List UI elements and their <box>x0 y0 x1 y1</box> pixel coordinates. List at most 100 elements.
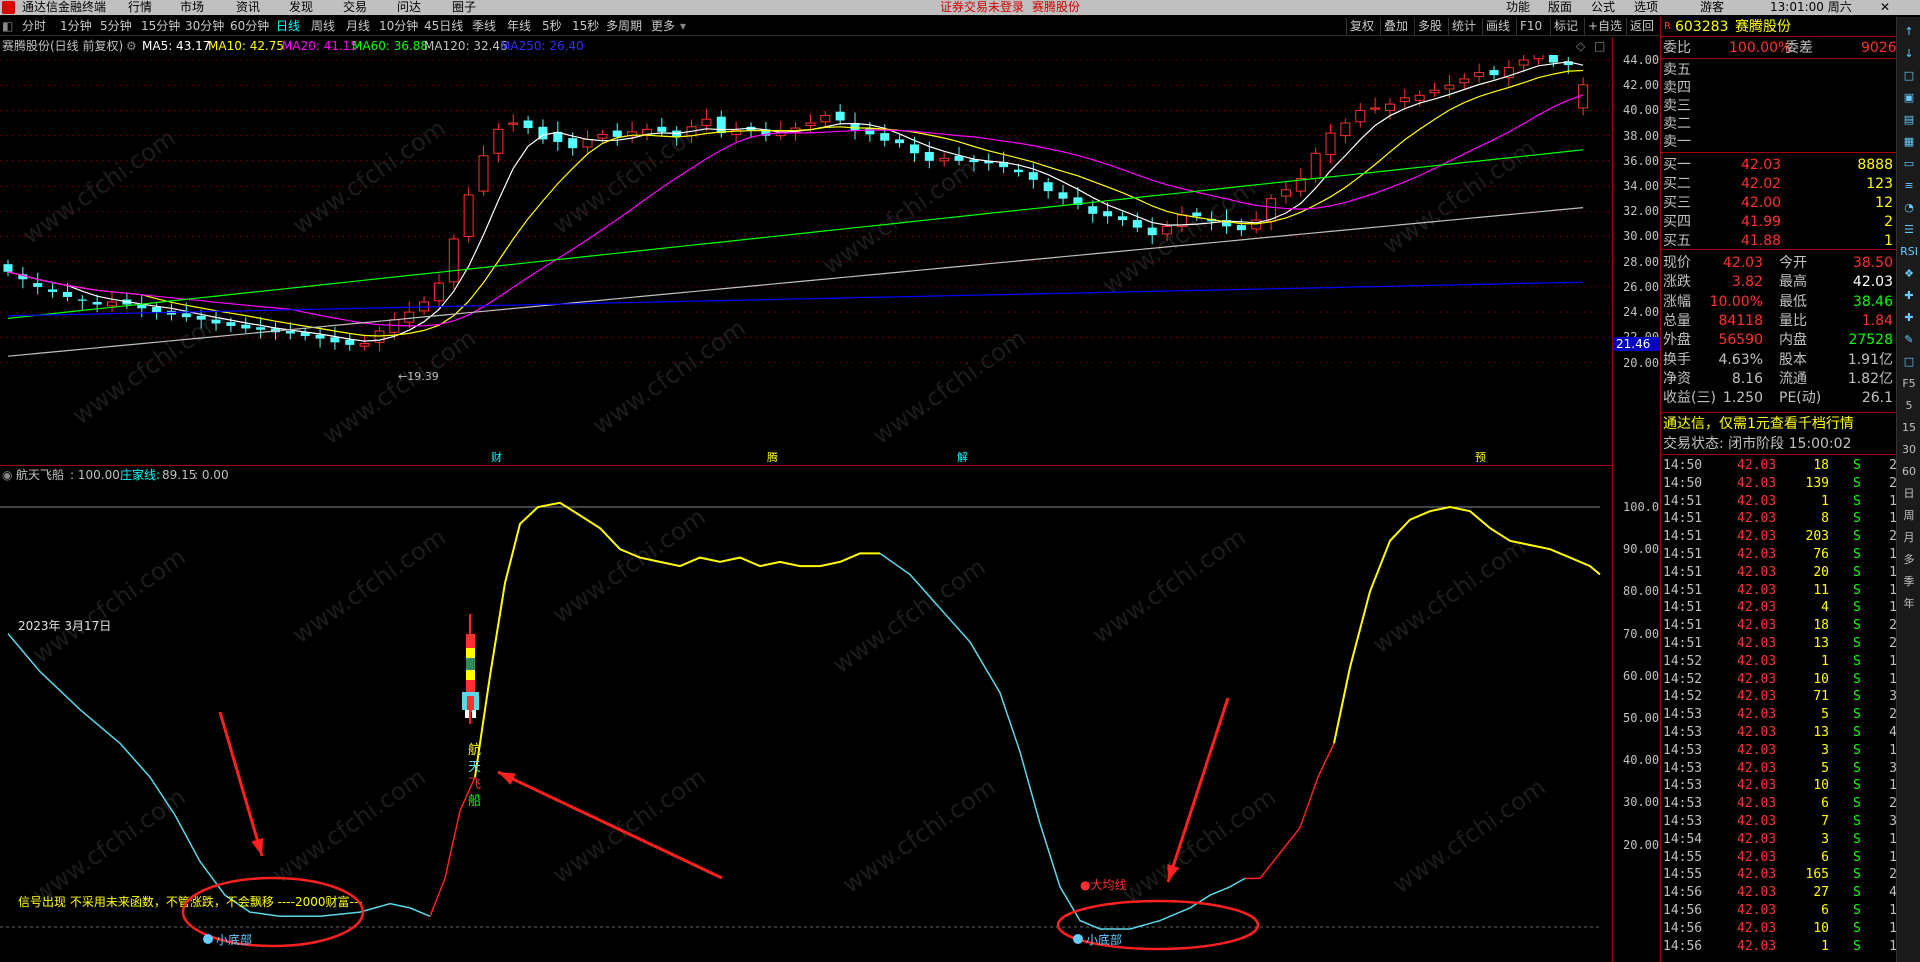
buy-level-row[interactable]: 买二 42.02 123 <box>1661 175 1897 193</box>
btn-back[interactable]: 返回 <box>1626 18 1657 35</box>
candle[interactable] <box>761 121 771 142</box>
period-10min[interactable]: 10分钟 <box>379 17 418 36</box>
period-45day[interactable]: 45日线 <box>424 17 463 36</box>
panel-separator[interactable] <box>0 465 1612 466</box>
candle[interactable] <box>493 123 504 163</box>
settings-gear-icon[interactable]: ⚙ <box>126 37 137 55</box>
buy-level-row[interactable]: 买四 41.99 2 <box>1661 213 1897 231</box>
period-multi[interactable]: 多周期 <box>606 17 642 36</box>
candle[interactable] <box>241 317 251 333</box>
candle[interactable] <box>404 301 415 329</box>
buy-level-row[interactable]: 买三 42.00 12 <box>1661 194 1897 212</box>
candle[interactable] <box>641 123 652 141</box>
candle[interactable] <box>1266 194 1277 231</box>
candle[interactable] <box>300 327 310 341</box>
menu-function[interactable]: 功能 <box>1506 0 1530 15</box>
side-tool-icon[interactable]: ↑ <box>1900 23 1918 41</box>
menu-market[interactable]: 市场 <box>180 0 204 15</box>
period-30min[interactable]: 30分钟 <box>185 17 224 36</box>
menu-circle[interactable]: 圈子 <box>452 0 476 15</box>
candle[interactable] <box>523 116 533 134</box>
side-tool-icon[interactable]: 多 <box>1900 551 1918 569</box>
tick-row[interactable]: 14:53 42.03 3 S 1 <box>1661 742 1897 760</box>
candle[interactable] <box>538 119 548 144</box>
candle[interactable] <box>478 145 489 196</box>
sell-level-row[interactable]: 卖三 <box>1661 97 1897 115</box>
tick-row[interactable]: 14:50 42.03 139 S 2 <box>1661 475 1897 493</box>
menu-formula[interactable]: 公式 <box>1591 0 1615 15</box>
candle[interactable] <box>107 291 118 312</box>
tick-row[interactable]: 14:53 42.03 10 S 1 <box>1661 777 1897 795</box>
tick-row[interactable]: 14:53 42.03 6 S 2 <box>1661 795 1897 813</box>
period-daily[interactable]: 日线 <box>276 17 300 36</box>
side-tool-icon[interactable]: ▣ <box>1900 89 1918 107</box>
candle[interactable] <box>345 333 355 351</box>
candle[interactable] <box>48 283 58 298</box>
sell-level-row[interactable]: 卖五 <box>1661 61 1897 79</box>
candle[interactable] <box>1117 211 1127 226</box>
candle[interactable] <box>835 104 845 125</box>
tick-row[interactable]: 14:51 42.03 8 S 1 <box>1661 510 1897 528</box>
side-tool-icon[interactable]: 5 <box>1900 397 1918 415</box>
tick-row[interactable]: 14:55 42.03 6 S 1 <box>1661 849 1897 867</box>
side-tool-icon[interactable]: ≡ <box>1900 177 1918 195</box>
tick-row[interactable]: 14:51 42.03 11 S 1 <box>1661 582 1897 600</box>
candle[interactable] <box>18 266 28 289</box>
side-tool-icon[interactable]: 30 <box>1900 441 1918 459</box>
tick-row[interactable]: 14:53 42.03 5 S 2 <box>1661 706 1897 724</box>
period-weekly[interactable]: 周线 <box>311 17 335 36</box>
period-5min[interactable]: 5分钟 <box>100 17 132 36</box>
candle[interactable] <box>731 121 742 144</box>
ad-banner[interactable]: 通达信，仅需1元查看千档行情 <box>1661 415 1897 433</box>
side-tool-icon[interactable]: 年 <box>1900 595 1918 613</box>
candle[interactable] <box>1073 186 1083 210</box>
period-15min[interactable]: 15分钟 <box>141 17 180 36</box>
candle[interactable] <box>1459 72 1470 91</box>
tick-row[interactable]: 14:51 42.03 76 S 1 <box>1661 546 1897 564</box>
tick-row[interactable]: 14:52 42.03 10 S 1 <box>1661 671 1897 689</box>
tick-row[interactable]: 14:53 42.03 7 S 3 <box>1661 813 1897 831</box>
candle[interactable] <box>1340 118 1351 144</box>
btn-stats[interactable]: 统计 <box>1448 18 1479 35</box>
side-tool-icon[interactable]: ◔ <box>1900 199 1918 217</box>
candle[interactable] <box>553 121 563 151</box>
menu-layout[interactable]: 版面 <box>1548 0 1572 15</box>
side-tool-icon[interactable]: 15 <box>1900 419 1918 437</box>
period-1min[interactable]: 1分钟 <box>60 17 92 36</box>
menu-wenda[interactable]: 问达 <box>397 0 421 15</box>
indicator-chart[interactable]: www.cfchi.com www.cfchi.com www.cfchi.com w… <box>0 484 1612 962</box>
menu-quote[interactable]: 行情 <box>128 0 152 15</box>
candle[interactable] <box>939 152 950 167</box>
candle[interactable] <box>137 295 147 318</box>
candle[interactable] <box>1280 182 1291 204</box>
candle[interactable] <box>448 234 459 290</box>
diamond-icon[interactable]: ◇ <box>1576 37 1585 55</box>
sell-level-row[interactable]: 卖二 <box>1661 115 1897 133</box>
candle[interactable] <box>1058 184 1068 205</box>
side-tool-icon[interactable]: ✚ <box>1900 309 1918 327</box>
period-fenshi[interactable]: 分时 <box>22 17 46 36</box>
side-tool-icon[interactable]: RSI <box>1900 243 1918 261</box>
candle[interactable] <box>33 272 43 295</box>
candle[interactable] <box>1043 177 1053 199</box>
buy-level-row[interactable]: 买一 42.03 8888 <box>1661 156 1897 174</box>
expand-icon[interactable]: □ <box>1594 37 1605 55</box>
side-tool-icon[interactable]: ▦ <box>1900 133 1918 151</box>
side-tool-icon[interactable]: □ <box>1900 67 1918 85</box>
candle[interactable] <box>1370 97 1381 114</box>
side-tool-icon[interactable]: 周 <box>1900 507 1918 525</box>
side-tool-icon[interactable]: ❖ <box>1900 265 1918 283</box>
menu-discover[interactable]: 发现 <box>289 0 313 15</box>
login-notice[interactable]: 证券交易未登录 <box>940 0 1024 15</box>
side-tool-icon[interactable]: ▭ <box>1900 155 1918 173</box>
period-more[interactable]: 更多 <box>651 17 675 36</box>
close-icon[interactable]: ✕ <box>1880 0 1890 15</box>
indicator-settings-icon[interactable]: ◉ <box>2 467 12 483</box>
tick-row[interactable]: 14:56 42.03 27 S 4 <box>1661 884 1897 902</box>
candle[interactable] <box>820 111 831 128</box>
candle[interactable] <box>463 187 474 243</box>
candle[interactable] <box>895 134 905 148</box>
candle[interactable] <box>1429 82 1440 98</box>
btn-fuquan[interactable]: 复权 <box>1346 18 1377 35</box>
candle[interactable] <box>1088 200 1098 223</box>
